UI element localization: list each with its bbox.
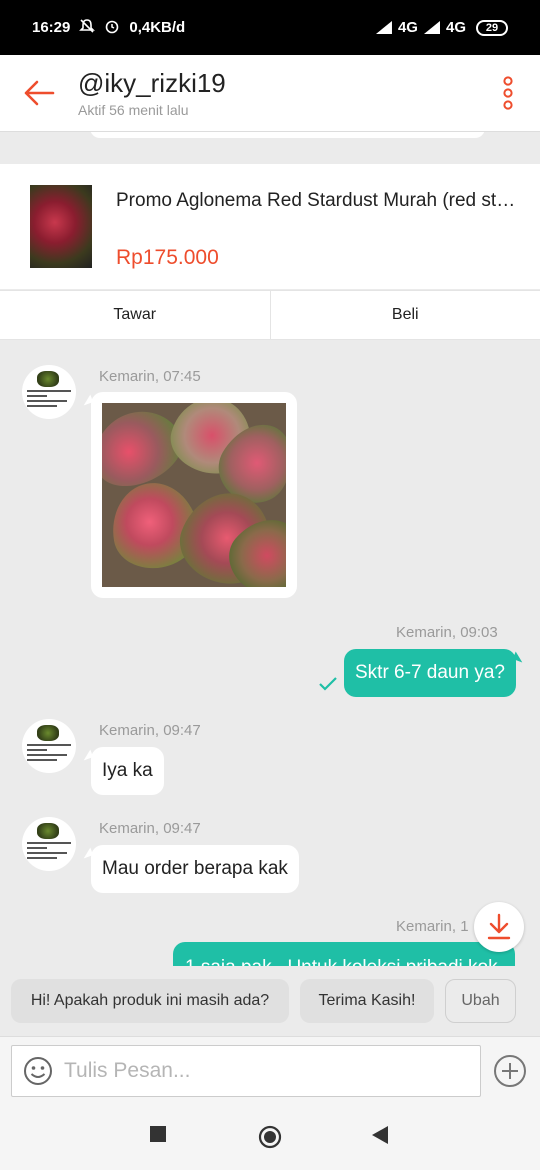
message-timestamp: Kemarin, 09:03 xyxy=(396,624,498,641)
product-name[interactable]: Promo Aglonema Red Stardust Murah (red s… xyxy=(116,190,521,212)
network-type-2: 4G xyxy=(445,19,466,36)
signal-icon xyxy=(423,21,440,34)
product-thumbnail[interactable] xyxy=(30,185,92,268)
product-card[interactable]: Promo Aglonema Red Stardust Murah (red s… xyxy=(0,164,540,289)
scroll-to-bottom-button[interactable] xyxy=(474,902,524,952)
home-button[interactable] xyxy=(258,1125,282,1149)
outgoing-message[interactable]: Sktr 6-7 daun ya? xyxy=(344,649,516,697)
chat-partner-name[interactable]: @iky_rizki19 xyxy=(78,68,476,99)
product-actions: Tawar Beli xyxy=(0,290,540,340)
status-time: 16:29 xyxy=(32,19,71,36)
buy-button[interactable]: Beli xyxy=(269,291,540,339)
network-type-1: 4G xyxy=(397,19,418,36)
more-vertical-icon xyxy=(503,76,513,110)
arrow-left-icon xyxy=(24,80,55,106)
message-timestamp: Kemarin, 09:47 xyxy=(99,820,201,837)
message-text: Mau order berapa kak xyxy=(102,858,288,879)
product-price: Rp175.000 xyxy=(116,246,219,269)
message-input[interactable] xyxy=(64,1051,480,1091)
signal-icon xyxy=(375,21,392,34)
data-rate: 0,4KB/d xyxy=(129,19,186,36)
incoming-message[interactable]: Iya ka xyxy=(91,747,164,795)
message-timestamp: Kemarin, 07:45 xyxy=(99,368,201,385)
message-text: Iya ka xyxy=(102,760,153,781)
offer-button[interactable]: Tawar xyxy=(0,291,270,339)
battery-icon: 29 xyxy=(476,19,508,36)
chat-header: @iky_rizki19 Aktif 56 menit lalu xyxy=(0,55,540,132)
battery-level: 29 xyxy=(485,21,499,34)
edit-quick-replies-button[interactable]: Ubah xyxy=(445,979,516,1023)
back-nav-button[interactable] xyxy=(372,1126,388,1144)
arrow-down-icon xyxy=(487,913,511,940)
alarm-icon xyxy=(104,18,120,37)
emoji-button[interactable] xyxy=(12,1045,64,1097)
message-input-box xyxy=(11,1045,481,1097)
emoji-icon xyxy=(24,1057,52,1085)
sent-check-icon xyxy=(319,677,337,691)
image-message[interactable] xyxy=(91,392,297,598)
seller-avatar[interactable] xyxy=(22,817,76,871)
last-active-status: Aktif 56 menit lalu xyxy=(78,102,189,118)
quick-reply-chip[interactable]: Terima Kasih! xyxy=(300,979,434,1023)
back-button[interactable] xyxy=(0,55,78,132)
mute-notifications-icon xyxy=(79,18,96,37)
quick-reply-chip[interactable]: Hi! Apakah produk ini masih ada? xyxy=(11,979,289,1023)
message-timestamp: Kemarin, 09:47 xyxy=(99,722,201,739)
recent-apps-button[interactable] xyxy=(150,1126,166,1142)
message-timestamp: Kemarin, 1 xyxy=(396,918,469,935)
quick-replies-bar: Hi! Apakah produk ini masih ada? Terima … xyxy=(0,966,540,1036)
message-composer xyxy=(0,1036,540,1104)
seller-avatar[interactable] xyxy=(22,719,76,773)
seller-avatar[interactable] xyxy=(22,365,76,419)
system-navigation-bar xyxy=(0,1104,540,1170)
more-options-button[interactable] xyxy=(476,55,540,132)
incoming-message[interactable]: Mau order berapa kak xyxy=(91,845,299,893)
product-photo[interactable] xyxy=(102,403,286,587)
status-bar: 16:29 0,4KB/d 4G 4G 29 xyxy=(0,0,540,55)
add-attachment-button[interactable] xyxy=(493,1054,527,1088)
message-text: Sktr 6-7 daun ya? xyxy=(355,662,505,683)
